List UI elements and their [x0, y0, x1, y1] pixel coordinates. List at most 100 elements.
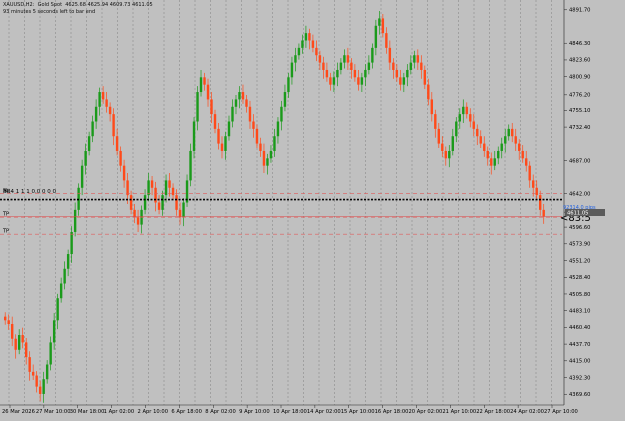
candle-body [259, 143, 262, 151]
candle-body [360, 77, 364, 85]
candle-body [112, 114, 115, 137]
candle-body [98, 92, 101, 107]
candle-body [350, 62, 353, 70]
price-tick-label: 4823.60 [569, 58, 590, 64]
candle-body [329, 77, 332, 85]
price-tick-label: 4551.20 [569, 258, 590, 264]
candle-body [199, 77, 203, 93]
candle-body [465, 106, 468, 115]
candle-body [45, 364, 49, 380]
time-tick-label: 10 Apr 18:00 [273, 409, 307, 415]
time-tick-label: 22 Apr 18:00 [476, 409, 510, 415]
candle-body [399, 77, 402, 85]
candle-body [416, 55, 420, 63]
candle-body [315, 47, 318, 56]
candle-body [42, 379, 45, 394]
candle-body [413, 55, 416, 63]
symbol-ohlc-line: XAUUSD,H2: Gold Spot 4625.68 4625.94 460… [3, 2, 153, 8]
candle-body [252, 121, 255, 129]
candle-body [49, 342, 52, 365]
candle-body [378, 18, 381, 26]
candle-body [262, 150, 266, 166]
candle-body [266, 158, 269, 166]
price-tick-label: 4642.00 [569, 191, 590, 197]
candle-body [332, 77, 336, 85]
candle-body [283, 92, 287, 107]
price-tick-label: 4483.10 [569, 308, 590, 314]
candle-body [434, 114, 437, 129]
candle-body [542, 209, 545, 217]
candle-body [213, 114, 217, 129]
price-tick-label: 4369.60 [569, 392, 590, 398]
candle-body [451, 136, 454, 151]
candle-body [129, 195, 133, 210]
candle-body [346, 55, 350, 63]
candle-body [255, 128, 259, 144]
price-tick-label: 4505.80 [569, 292, 590, 298]
candle-body [28, 357, 31, 372]
candle-body [38, 386, 42, 394]
candle-body [402, 77, 406, 85]
candle-body [472, 121, 475, 129]
candle-body [294, 55, 297, 63]
candle-body [66, 254, 70, 269]
price-chart[interactable]: SLTPTP 4891.704846.304823.604800.904776.… [0, 0, 625, 417]
candle-body [80, 165, 84, 188]
candle-body [189, 150, 192, 181]
chart-background [0, 0, 625, 417]
candle-body [525, 158, 528, 166]
candle-body [52, 320, 56, 343]
candle-body [178, 209, 182, 218]
price-tick-label: 4437.70 [569, 342, 590, 348]
candle-body [10, 324, 14, 339]
candle-body [101, 92, 105, 100]
candle-body [301, 40, 304, 48]
time-tick-label: 2 Apr 10:00 [138, 409, 169, 415]
candle-body [318, 55, 322, 63]
candle-body [455, 121, 458, 137]
candle-body [210, 99, 213, 115]
candle-body [381, 18, 385, 34]
candle-body [203, 77, 206, 85]
candle-body [385, 33, 388, 48]
candle-body [339, 62, 343, 70]
chart-area[interactable]: SL TP TP 4891.70 4846.30 4823.60 4800.90 4776.… [0, 0, 625, 417]
candle-body [133, 209, 136, 218]
candle-body [248, 106, 252, 122]
candle-body [500, 143, 503, 151]
candle-body [490, 158, 493, 166]
candle-body [168, 180, 171, 188]
candle-body [479, 136, 482, 144]
candle-body [7, 320, 10, 324]
candle-body [234, 99, 238, 107]
candle-body [308, 33, 311, 41]
candle-body [182, 202, 185, 218]
candle-body [245, 99, 248, 107]
candle-body [14, 338, 17, 350]
candle-body [395, 69, 399, 78]
price-tick-label: 4573.90 [569, 242, 590, 248]
level-label-TP2: TP [2, 229, 9, 235]
price-tick-label: 4776.20 [569, 93, 590, 99]
candle-body [231, 106, 234, 122]
candle-body [276, 121, 280, 137]
candle-body [192, 121, 196, 151]
time-tick-label: 14 Apr 02:00 [307, 409, 341, 415]
candle-body [462, 106, 465, 115]
candle-body [521, 150, 524, 159]
candle-body [483, 143, 486, 151]
candle-body [325, 69, 329, 78]
candle-body [409, 62, 413, 70]
candle-body [21, 335, 24, 343]
candle-body [371, 47, 374, 63]
time-tick-label: 15 Apr 10:00 [341, 409, 375, 415]
candle-body [31, 371, 35, 376]
candle-body [364, 69, 367, 78]
time-tick-label: 30 Mar 18:00 [70, 409, 105, 415]
candle-body [73, 209, 77, 232]
candle-body [108, 106, 112, 115]
candle-body [311, 40, 315, 48]
candle-body [143, 195, 147, 210]
candle-body [147, 180, 150, 196]
candle-body [115, 136, 119, 151]
